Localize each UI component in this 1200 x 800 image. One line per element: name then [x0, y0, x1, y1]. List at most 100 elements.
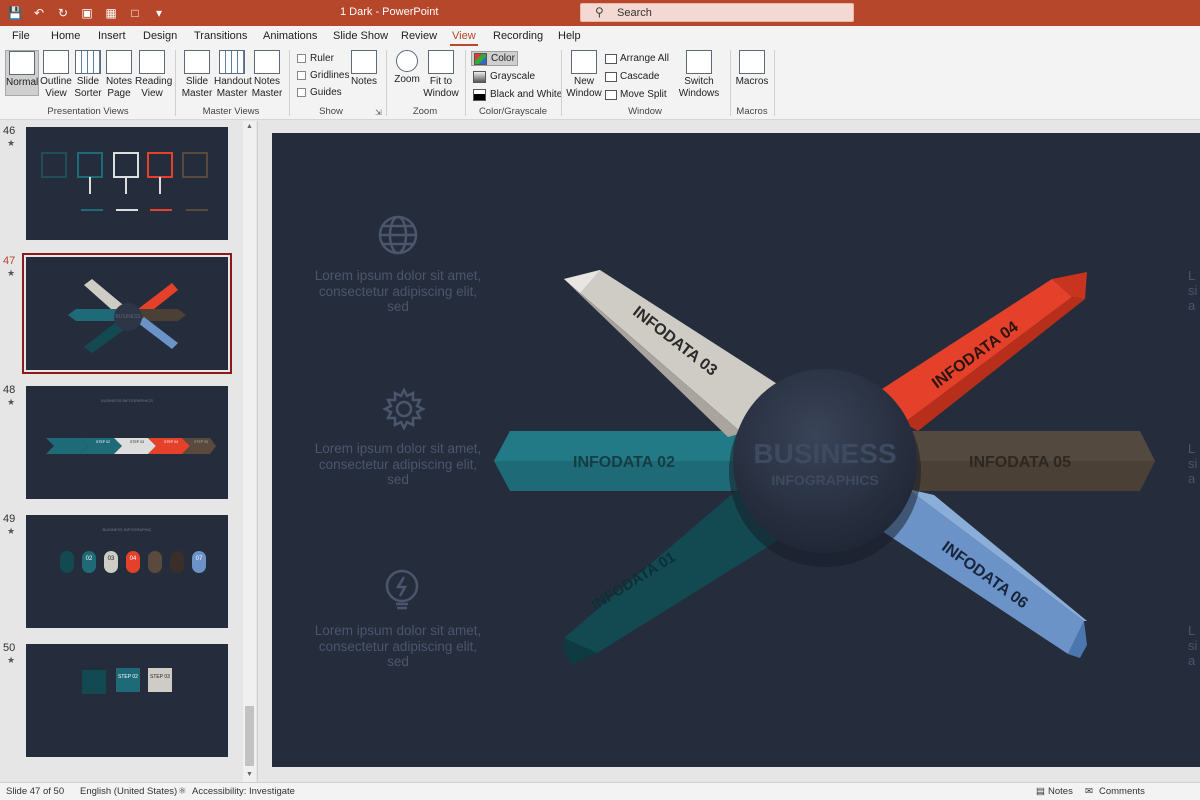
scroll-up-icon[interactable]: ▲: [243, 123, 256, 130]
slide-master-button[interactable]: Slide Master: [180, 50, 214, 100]
search-box[interactable]: ⚲ Search: [580, 3, 854, 22]
slide-thumbnail-50[interactable]: STEP 02 STEP 03: [26, 644, 228, 757]
macros-button[interactable]: Macros: [735, 50, 769, 88]
cascade-label: Cascade: [620, 71, 660, 82]
move-split-icon: [605, 89, 617, 100]
notes-button[interactable]: Notes: [350, 50, 378, 88]
thumb-title: BUSINESS INFOGRAPHIC: [102, 527, 151, 532]
tab-review[interactable]: Review: [401, 30, 437, 42]
outline-view-button[interactable]: Outline View: [40, 50, 72, 100]
separator: [774, 50, 775, 116]
slide-sorter-button[interactable]: Slide Sorter: [73, 50, 103, 100]
comments-toggle[interactable]: Comments: [1099, 786, 1145, 797]
animation-star-icon: ★: [7, 526, 16, 536]
tab-animations[interactable]: Animations: [263, 30, 317, 42]
fit-to-window-button[interactable]: Fit to Window: [423, 50, 459, 100]
notes-master-button[interactable]: Notes Master: [251, 50, 283, 100]
separator: [465, 50, 466, 116]
tab-design[interactable]: Design: [143, 30, 177, 42]
thumb-step: STEP 02: [118, 674, 138, 680]
tab-transitions[interactable]: Transitions: [194, 30, 247, 42]
gridlines-checkbox[interactable]: Gridlines: [297, 70, 349, 81]
search-label: Search: [617, 7, 652, 19]
handout-master-button[interactable]: Handout Master: [214, 50, 252, 100]
ruler-checkbox[interactable]: Ruler: [297, 53, 334, 64]
scrollbar-thumb[interactable]: [245, 706, 254, 766]
accessibility-icon[interactable]: ⚛: [178, 786, 187, 797]
gridlines-label: Gridlines: [310, 70, 350, 81]
comments-icon[interactable]: ✉: [1085, 786, 1093, 797]
picture-icon[interactable]: ▦: [102, 4, 120, 22]
thumb-step: STEP 05: [194, 440, 208, 444]
notes-master-icon: [254, 50, 280, 74]
switch-windows-button[interactable]: Switch Windows: [673, 50, 725, 100]
switch-windows-icon: [686, 50, 712, 74]
shape-icon[interactable]: □: [126, 4, 144, 22]
outline-view-icon: [43, 50, 69, 74]
tab-home[interactable]: Home: [51, 30, 80, 42]
thumb-number-label: 07: [196, 556, 203, 562]
slide-thumbnail-47[interactable]: BUSINESS: [22, 253, 232, 374]
tab-slide-show[interactable]: Slide Show: [333, 30, 388, 42]
animation-star-icon: ★: [7, 268, 16, 278]
normal-label: Normal: [6, 77, 39, 88]
quick-access-toolbar: 💾 ↶ ↻ ▣ ▦ □ ▾: [6, 4, 168, 22]
tab-insert[interactable]: Insert: [98, 30, 126, 42]
scroll-down-icon[interactable]: ▼: [243, 771, 256, 778]
slide-thumbnail-46[interactable]: [26, 127, 228, 240]
black-and-white-button[interactable]: Black and White: [471, 87, 564, 102]
present-icon[interactable]: ▣: [78, 4, 96, 22]
dialog-launcher-icon[interactable]: ⇲: [375, 108, 382, 117]
tab-file[interactable]: File: [12, 30, 30, 42]
normal-view-button[interactable]: Normal: [5, 50, 39, 96]
center-subtitle: INFOGRAPHICS: [771, 472, 878, 488]
thumb-number: 49: [3, 513, 16, 525]
new-window-button[interactable]: New Window: [566, 50, 602, 100]
animation-star-icon: ★: [7, 655, 16, 665]
language-indicator[interactable]: English (United States): [80, 786, 177, 797]
current-slide[interactable]: Lorem ipsum dolor sit amet, consectetur …: [272, 133, 1200, 767]
thumb-graphic: BUSINESS INFOGRAPHIC 02 03 04 07: [60, 527, 206, 573]
master-views-group-label: Master Views: [202, 106, 260, 117]
move-split-button[interactable]: Move Split: [605, 89, 667, 100]
tab-help[interactable]: Help: [558, 30, 581, 42]
thumbnail-scrollbar[interactable]: ▲ ▼: [243, 121, 256, 782]
zoom-label: Zoom: [394, 74, 420, 85]
checkbox-icon: [297, 54, 306, 63]
zoom-button[interactable]: Zoom: [392, 50, 422, 86]
reading-view-button[interactable]: Reading View: [135, 50, 173, 100]
color-button[interactable]: Color: [471, 51, 518, 66]
notes-master-label: Notes Master: [251, 76, 283, 99]
cascade-button[interactable]: Cascade: [605, 71, 659, 82]
slide-thumbnail-48[interactable]: BUSINESS INFOGRAPHICS STEP 02 STEP 03 ST…: [26, 386, 228, 499]
thumb-graphic: STEP 02 STEP 03: [82, 668, 172, 694]
bw-swatch-icon: [473, 88, 486, 101]
slide-thumbnail-49[interactable]: BUSINESS INFOGRAPHIC 02 03 04 07: [26, 515, 228, 628]
grayscale-button[interactable]: Grayscale: [471, 69, 537, 84]
redo-icon[interactable]: ↻: [54, 4, 72, 22]
notes-toggle[interactable]: Notes: [1048, 786, 1073, 797]
save-icon[interactable]: 💾: [6, 4, 24, 22]
notes-page-button[interactable]: Notes Page: [104, 50, 134, 100]
reading-view-label: Reading View: [135, 76, 173, 99]
guides-checkbox[interactable]: Guides: [297, 87, 342, 98]
infodata-05-label: INFODATA 05: [969, 454, 1071, 471]
normal-view-icon: [9, 51, 35, 75]
arrange-all-button[interactable]: Arrange All: [605, 53, 669, 64]
thumb-step: STEP 03: [150, 674, 170, 680]
handout-master-label: Handout Master: [214, 76, 252, 99]
magnifier-icon: [396, 50, 418, 72]
undo-icon[interactable]: ↶: [30, 4, 48, 22]
presentation-views-group-label: Presentation Views: [47, 106, 129, 117]
tab-recording[interactable]: Recording: [493, 30, 543, 42]
slide-edit-area: Lorem ipsum dolor sit amet, consectetur …: [259, 121, 1200, 782]
accessibility-status[interactable]: Accessibility: Investigate: [192, 786, 295, 797]
thumb-number-label: 04: [130, 556, 137, 562]
more-icon[interactable]: ▾: [150, 4, 168, 22]
tab-view[interactable]: View: [450, 30, 478, 46]
thumb-number: 46: [3, 125, 16, 137]
notes-icon[interactable]: ▤: [1036, 786, 1045, 797]
notes-icon: [351, 50, 377, 74]
arrange-all-icon: [605, 53, 617, 64]
separator: [386, 50, 387, 116]
